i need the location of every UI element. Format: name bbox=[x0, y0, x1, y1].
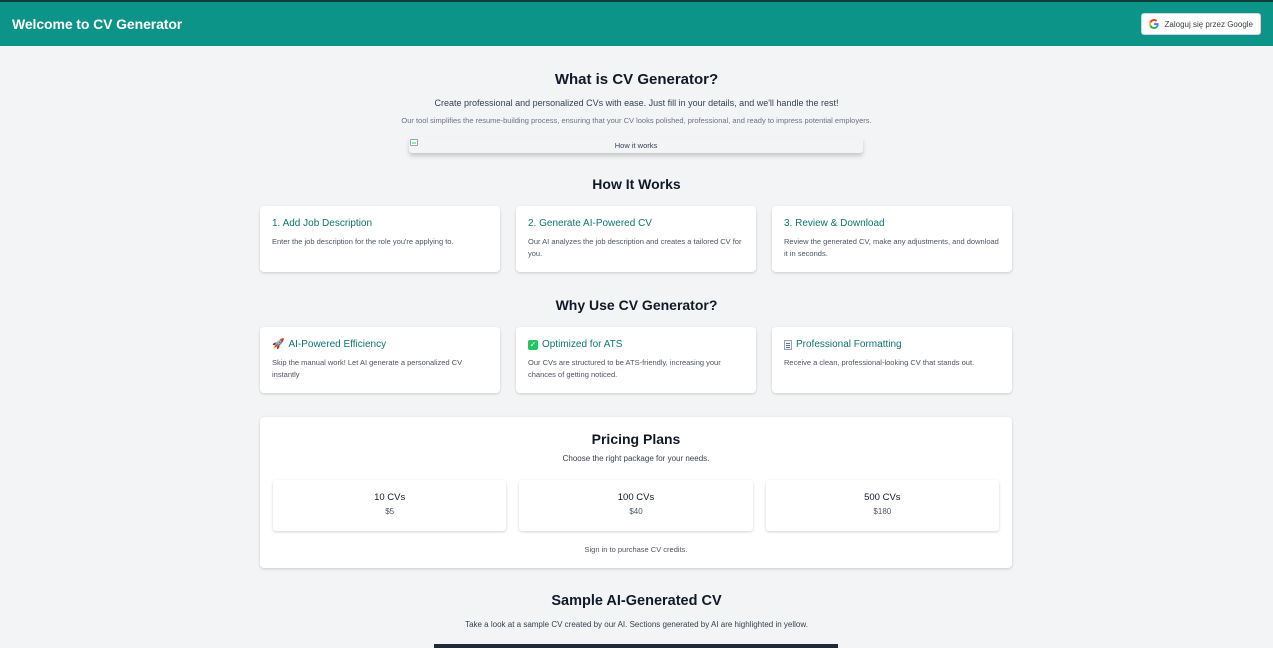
google-icon bbox=[1148, 19, 1159, 29]
why-use-cards: 🚀 AI-Powered Efficiency Skip the manual … bbox=[260, 327, 1012, 393]
check-icon: ✓ bbox=[528, 339, 538, 350]
plan-name: 500 CVs bbox=[864, 492, 901, 503]
step-text: Enter the job description for the role y… bbox=[272, 237, 454, 246]
google-signin-label: Zaloguj się przez Google bbox=[1164, 19, 1254, 29]
feature-text: Skip the manual work! Let AI generate a … bbox=[272, 358, 463, 379]
plan-name: 100 CVs bbox=[617, 492, 655, 503]
how-it-works-cards: 1. Add Job Description Enter the job des… bbox=[260, 206, 1012, 272]
step-text: Our AI analyzes the job description and … bbox=[528, 237, 742, 258]
step-card: 1. Add Job Description Enter the job des… bbox=[260, 206, 500, 272]
broken-image-icon bbox=[410, 139, 418, 146]
feature-card: ✓ Optimized for ATS Our CVs are structur… bbox=[516, 327, 756, 393]
pricing-section: Pricing Plans Choose the right package f… bbox=[260, 417, 1012, 568]
sample-cv-preview-edge bbox=[434, 644, 838, 648]
plan-card-10[interactable]: 10 CVs $5 bbox=[273, 480, 507, 531]
top-header: Welcome to CV Generator Zaloguj się prze… bbox=[0, 0, 1273, 46]
plan-name: 10 CVs bbox=[374, 492, 406, 503]
step-card: 3. Review & Download Review the generate… bbox=[772, 206, 1012, 272]
step-title: 3. Review & Download bbox=[784, 218, 885, 229]
feature-title: AI-Powered Efficiency bbox=[288, 339, 387, 350]
feature-text: Receive a clean, professional-looking CV… bbox=[784, 358, 975, 367]
pricing-title: Pricing Plans bbox=[591, 431, 681, 447]
document-icon bbox=[784, 339, 792, 350]
pricing-plans: 10 CVs $5 100 CVs $40 500 CVs $180 bbox=[273, 480, 999, 531]
step-title: 1. Add Job Description bbox=[272, 218, 373, 229]
sample-subtitle: Take a look at a sample CV created by ou… bbox=[465, 620, 808, 629]
step-card: 2. Generate AI-Powered CV Our AI analyze… bbox=[516, 206, 756, 272]
intro-paragraph-2: Our tool simplifies the resume-building … bbox=[401, 116, 872, 125]
feature-card: 🚀 AI-Powered Efficiency Skip the manual … bbox=[260, 327, 500, 393]
plan-price: $180 bbox=[873, 507, 892, 516]
image-alt-text: How it works bbox=[614, 140, 658, 150]
plan-card-100[interactable]: 100 CVs $40 bbox=[519, 480, 753, 531]
plan-card-500[interactable]: 500 CVs $180 bbox=[765, 480, 999, 531]
pricing-subtitle: Choose the right package for your needs. bbox=[562, 454, 710, 463]
intro-title: What is CV Generator? bbox=[554, 71, 719, 88]
how-it-works-image: How it works bbox=[409, 137, 863, 153]
feature-title: Optimized for ATS bbox=[542, 339, 623, 350]
plan-price: $40 bbox=[629, 507, 643, 516]
google-signin-button[interactable]: Zaloguj się przez Google bbox=[1140, 13, 1261, 35]
feature-card: Professional Formatting Receive a clean,… bbox=[772, 327, 1012, 393]
plan-price: $5 bbox=[385, 507, 395, 516]
why-use-title: Why Use CV Generator? bbox=[555, 297, 718, 313]
rocket-icon: 🚀 bbox=[272, 338, 285, 350]
step-text: Review the generated CV, make any adjust… bbox=[784, 237, 999, 258]
feature-title: Professional Formatting bbox=[796, 339, 902, 350]
sample-title: Sample AI-Generated CV bbox=[551, 593, 722, 609]
intro-paragraph-1: Create professional and personalized CVs… bbox=[434, 98, 839, 108]
feature-text: Our CVs are structured to be ATS-friendl… bbox=[528, 358, 721, 379]
how-it-works-title: How It Works bbox=[592, 176, 681, 192]
step-title: 2. Generate AI-Powered CV bbox=[528, 218, 652, 229]
brand-title: Welcome to CV Generator bbox=[12, 16, 183, 32]
pricing-note: Sign in to purchase CV credits. bbox=[584, 545, 688, 554]
